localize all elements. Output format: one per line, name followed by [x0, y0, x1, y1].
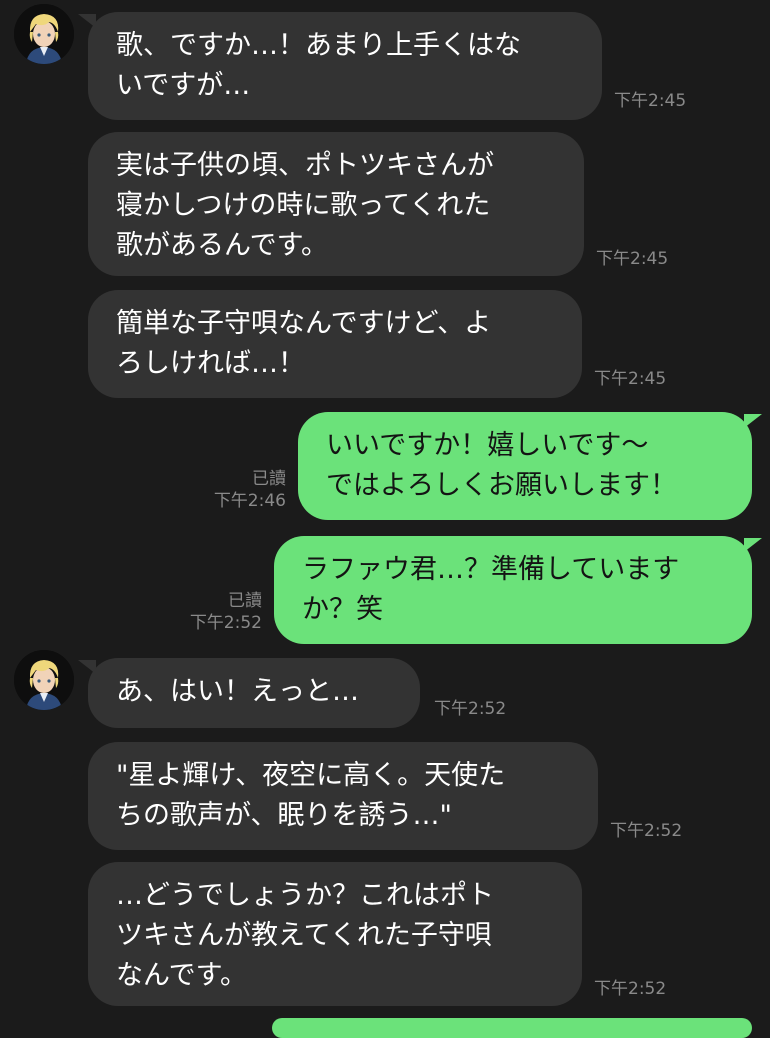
message-time: 下午2:52: [189, 613, 262, 633]
message-meta: 已讀 下午2:52: [190, 590, 262, 634]
incoming-message[interactable]: "星よ輝け、夜空に高く。天使た ちの歌声が、眠りを誘う…": [88, 742, 598, 850]
message-time: 下午2:45: [594, 369, 667, 389]
incoming-message[interactable]: …どうでしょうか？これはポト ツキさんが教えてくれた子守唄 なんです。: [88, 862, 582, 1006]
outgoing-message-partial[interactable]: [272, 1018, 752, 1038]
message-time: 下午2:46: [213, 491, 286, 511]
blond-boy-avatar-icon: [14, 650, 74, 710]
incoming-message[interactable]: 実は子供の頃、ポトツキさんが 寝かしつけの時に歌ってくれた 歌があるんです。: [88, 132, 584, 276]
outgoing-message[interactable]: いいですか！嬉しいです〜 ではよろしくお願いします！: [298, 412, 752, 520]
contact-avatar[interactable]: [14, 4, 74, 64]
read-receipt: 已讀: [228, 591, 262, 611]
message-time: 下午2:45: [614, 91, 687, 111]
outgoing-message[interactable]: ラファウ君…？準備していますか？笑: [274, 536, 752, 644]
incoming-message[interactable]: あ、はい！えっと…: [88, 658, 420, 728]
message-time: 下午2:52: [594, 979, 667, 999]
bubble-tail: [744, 414, 762, 428]
incoming-message[interactable]: 簡単な子守唄なんですけど、よ ろしければ…！: [88, 290, 582, 398]
read-receipt: 已讀: [252, 469, 286, 489]
message-time: 下午2:52: [610, 821, 683, 841]
contact-avatar[interactable]: [14, 650, 74, 710]
bubble-tail: [744, 538, 762, 552]
message-time: 下午2:45: [596, 249, 669, 269]
blond-boy-avatar-icon: [14, 4, 74, 64]
incoming-message[interactable]: 歌、ですか…！あまり上手くはな いですが…: [88, 12, 602, 120]
message-meta: 已讀 下午2:46: [214, 468, 286, 512]
message-time: 下午2:52: [434, 699, 507, 719]
